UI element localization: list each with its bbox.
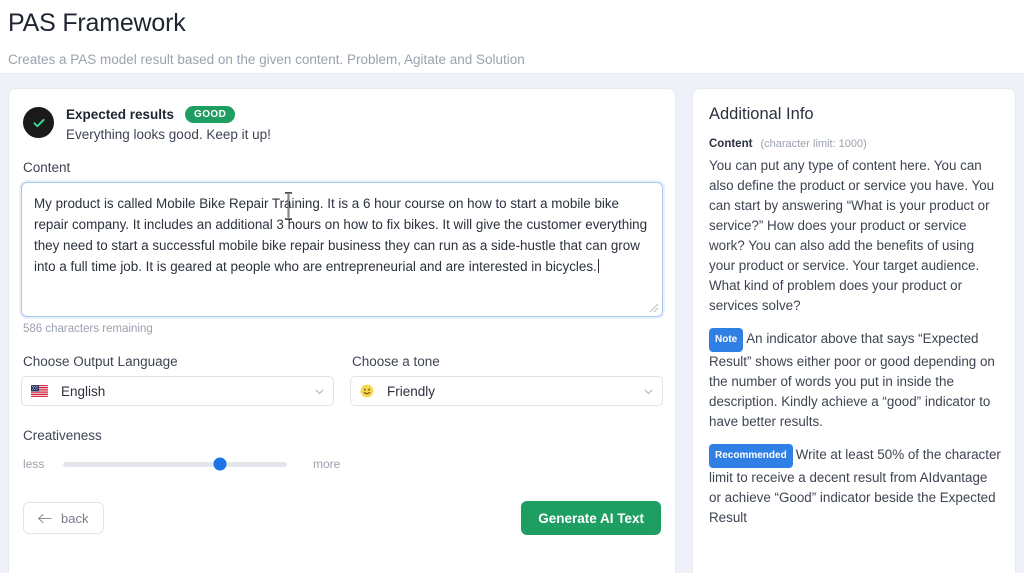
main-form-card: Expected results GOOD Everything looks g…: [8, 88, 676, 573]
recommended-badge: Recommended: [709, 444, 793, 468]
chevron-down-icon: [315, 388, 324, 394]
back-button[interactable]: back: [23, 502, 105, 534]
additional-info-title: Additional Info: [709, 105, 814, 123]
note-badge: Note: [709, 328, 744, 352]
content-input-value: My product is called Mobile Bike Repair …: [34, 196, 651, 274]
arrow-left-icon: [37, 513, 52, 523]
creativeness-slider-row: less more: [21, 457, 663, 471]
page-header: PAS Framework Creates a PAS model result…: [0, 0, 1024, 74]
content-info-paragraph: You can put any type of content here. Yo…: [709, 158, 995, 313]
generate-button[interactable]: Generate AI Text: [521, 501, 661, 535]
form-footer: back Generate AI Text: [21, 501, 663, 535]
expected-results-title: Expected results: [66, 107, 175, 122]
tone-select-group: Choose a tone Friendly: [350, 354, 663, 406]
language-select[interactable]: English: [21, 376, 334, 406]
body-container: Expected results GOOD Everything looks g…: [0, 74, 1024, 573]
language-select-label: Choose Output Language: [23, 354, 178, 369]
smiley-face-icon: [360, 384, 374, 398]
text-caret: [597, 259, 599, 273]
chevron-down-icon: [644, 388, 653, 394]
content-input[interactable]: My product is called Mobile Bike Repair …: [21, 182, 663, 317]
slider-min-label: less: [23, 457, 45, 471]
page-subtitle: Creates a PAS model result based on the …: [8, 52, 525, 67]
note-paragraph-block: Note An indicator above that says “Expect…: [709, 328, 1001, 432]
creativeness-slider[interactable]: [63, 457, 287, 471]
language-select-value: English: [61, 383, 106, 399]
page-title: PAS Framework: [8, 9, 186, 37]
resize-grip-icon[interactable]: [649, 303, 659, 313]
characters-remaining-label: 586 characters remaining: [23, 323, 153, 335]
select-row: Choose Output Language English Choose a …: [21, 354, 663, 406]
content-character-limit: (character limit: 1000): [760, 138, 867, 150]
content-info-heading-row: Content (character limit: 1000): [709, 138, 1001, 150]
recommended-paragraph-block: Recommended Write at least 50% of the cha…: [709, 444, 1001, 528]
slider-max-label: more: [313, 457, 341, 471]
expected-results-block: Expected results GOOD Everything looks g…: [21, 103, 663, 142]
creativeness-label: Creativeness: [23, 428, 102, 443]
content-info-heading: Content: [709, 138, 753, 150]
check-circle-icon: [23, 107, 54, 138]
additional-info-card: Additional Info Content (character limit…: [692, 88, 1016, 573]
status-badge: GOOD: [185, 106, 236, 123]
tone-select-value: Friendly: [387, 383, 436, 399]
expected-results-message: Everything looks good. Keep it up!: [66, 127, 271, 142]
note-paragraph: An indicator above that says “Expected R…: [709, 331, 995, 429]
expected-results-text: Expected results GOOD Everything looks g…: [66, 105, 271, 142]
app-page: PAS Framework Creates a PAS model result…: [0, 0, 1024, 573]
slider-thumb[interactable]: [213, 457, 227, 471]
tone-select[interactable]: Friendly: [350, 376, 663, 406]
content-label: Content: [23, 160, 71, 175]
back-button-label: back: [61, 510, 89, 526]
tone-select-label: Choose a tone: [352, 354, 440, 369]
us-flag-icon: [31, 385, 48, 397]
language-select-group: Choose Output Language English: [21, 354, 334, 406]
